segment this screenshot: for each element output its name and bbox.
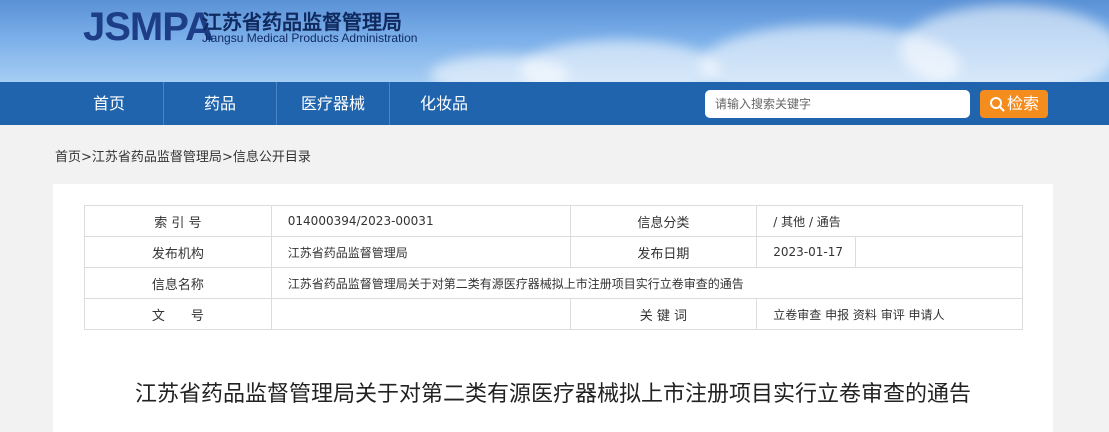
date-value: 2023-01-17: [756, 236, 857, 268]
info-metadata-table: 索 引 号 014000394/2023-00031 信息分类 / 其他 / 通…: [84, 205, 1024, 330]
org-value: 江苏省药品监督管理局: [270, 236, 571, 268]
date-label: 发布日期: [569, 236, 758, 268]
name-value: 江苏省药品监督管理局关于对第二类有源医疗器械拟上市注册项目实行立卷审查的通告: [270, 267, 1024, 299]
org-label: 发布机构: [84, 236, 272, 268]
category-value: / 其他 / 通告: [756, 205, 1023, 237]
nav-item-devices[interactable]: 医疗器械: [277, 82, 389, 125]
table-row: 文 号 关 键 词 立卷审查 申报 资料 审评 申请人: [84, 298, 1023, 330]
breadcrumb-home[interactable]: 首页: [55, 150, 81, 165]
keywords-value: 立卷审查 申报 资料 审评 申请人: [756, 298, 1023, 330]
breadcrumb-agency[interactable]: 江苏省药品监督管理局: [92, 150, 222, 165]
header-banner: JSMPA 江苏省药品监督管理局 Jiangsu Medical Product…: [0, 0, 1109, 82]
search-icon: [989, 97, 1005, 112]
breadcrumb-separator: >: [221, 150, 233, 165]
index-value: 014000394/2023-00031: [270, 205, 571, 237]
breadcrumb: 首页>江苏省药品监督管理局>信息公开目录: [55, 146, 311, 165]
article-title: 江苏省药品监督管理局关于对第二类有源医疗器械拟上市注册项目实行立卷审查的通告: [134, 382, 971, 407]
name-label: 信息名称: [84, 267, 272, 299]
category-label: 信息分类: [569, 205, 758, 237]
nav-item-drugs[interactable]: 药品: [164, 82, 276, 125]
breadcrumb-catalog[interactable]: 信息公开目录: [233, 150, 311, 165]
table-row: 发布机构 江苏省药品监督管理局 发布日期 2023-01-17: [84, 236, 1023, 268]
empty-cell: [855, 236, 1023, 268]
docno-label: 文 号: [84, 298, 272, 330]
docno-value: [270, 298, 571, 330]
keywords-label: 关 键 词: [569, 298, 758, 330]
search-button-label: 检索: [1006, 94, 1039, 113]
site-logo[interactable]: JSMPA: [83, 5, 214, 50]
search-input[interactable]: [705, 90, 970, 118]
search-button[interactable]: 检索: [980, 90, 1048, 118]
nav-item-home[interactable]: 首页: [55, 82, 163, 125]
nav-item-cosmetics[interactable]: 化妆品: [390, 82, 498, 125]
table-row: 索 引 号 014000394/2023-00031 信息分类 / 其他 / 通…: [84, 205, 1023, 237]
index-label: 索 引 号: [84, 205, 272, 237]
table-row: 信息名称 江苏省药品监督管理局关于对第二类有源医疗器械拟上市注册项目实行立卷审查…: [84, 267, 1024, 299]
site-subtitle: Jiangsu Medical Products Administration: [202, 31, 418, 45]
breadcrumb-separator: >: [81, 150, 92, 165]
